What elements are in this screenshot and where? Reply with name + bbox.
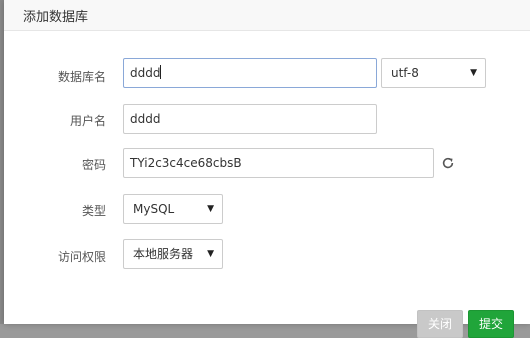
caret-down-icon: ▼ xyxy=(470,68,477,78)
add-database-dialog: 添加数据库 数据库名 dddd utf-8 ▼ 用户名 dddd 密码 TYi2… xyxy=(4,0,530,338)
username-value: dddd xyxy=(130,112,161,126)
access-label: 访问权限 xyxy=(57,250,106,264)
dialog-title: 添加数据库 xyxy=(23,10,89,25)
db-name-label: 数据库名 xyxy=(57,70,106,84)
charset-select[interactable]: utf-8 ▼ xyxy=(381,58,486,88)
text-cursor xyxy=(160,65,162,79)
type-value: MySQL xyxy=(133,202,175,216)
password-input[interactable]: TYi2c3c4ce68cbsB xyxy=(123,148,434,178)
caret-down-icon: ▼ xyxy=(207,249,214,259)
close-button[interactable]: 关闭 xyxy=(417,310,463,338)
password-value: TYi2c3c4ce68cbsB xyxy=(130,156,242,170)
submit-button[interactable]: 提交 xyxy=(468,310,514,338)
username-label: 用户名 xyxy=(69,114,106,128)
dialog-header: 添加数据库 xyxy=(4,0,530,31)
password-label: 密码 xyxy=(81,158,106,172)
type-select[interactable]: MySQL ▼ xyxy=(123,194,223,224)
username-input[interactable]: dddd xyxy=(123,104,377,134)
access-select[interactable]: 本地服务器 ▼ xyxy=(123,239,223,269)
db-name-input[interactable]: dddd xyxy=(123,58,377,88)
db-name-value: dddd xyxy=(130,66,161,80)
refresh-icon[interactable] xyxy=(441,156,455,170)
type-label: 类型 xyxy=(81,204,106,218)
charset-value: utf-8 xyxy=(391,66,419,80)
access-value: 本地服务器 xyxy=(133,247,194,261)
caret-down-icon: ▼ xyxy=(207,204,214,214)
